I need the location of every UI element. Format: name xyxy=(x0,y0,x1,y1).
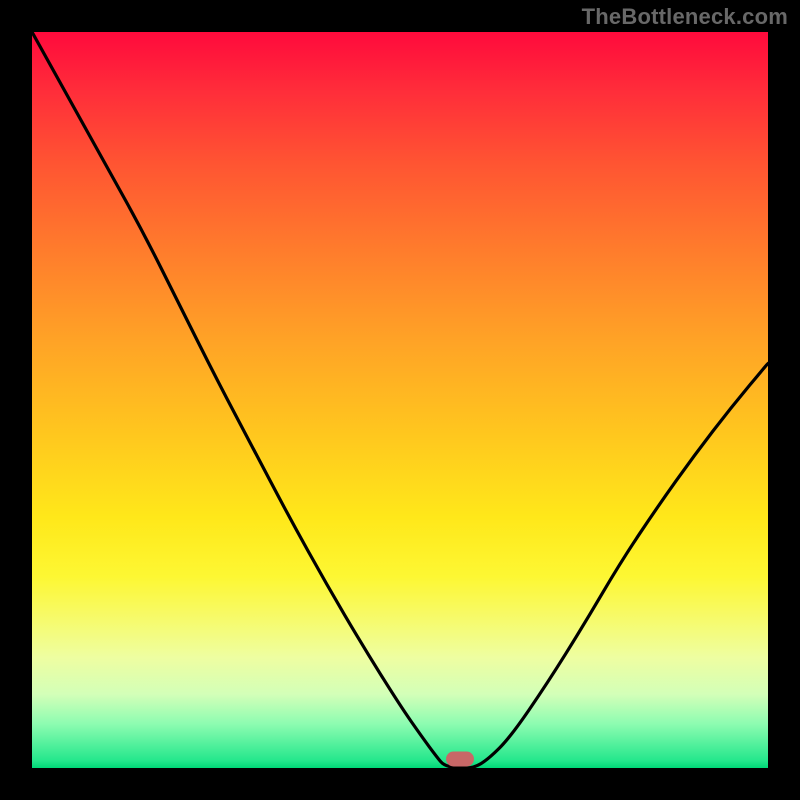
bottleneck-curve xyxy=(32,32,768,768)
watermark-text: TheBottleneck.com xyxy=(582,4,788,30)
chart-frame: TheBottleneck.com xyxy=(0,0,800,800)
plot-area xyxy=(32,32,768,768)
minimum-marker xyxy=(446,752,474,767)
